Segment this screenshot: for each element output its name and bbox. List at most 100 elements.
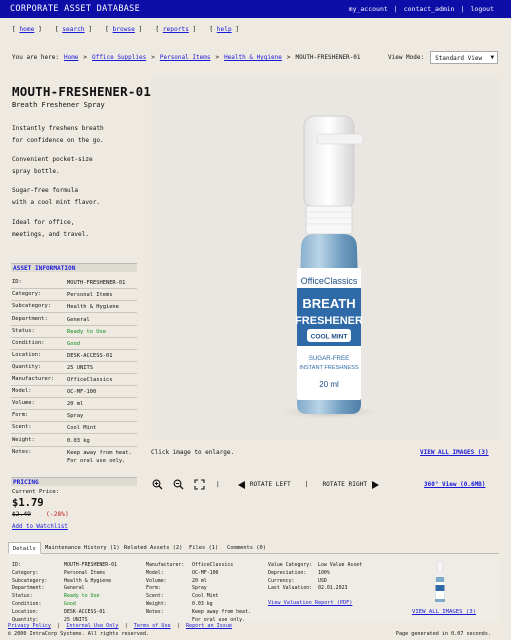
nav-reports[interactable]: [ reports ] bbox=[155, 26, 196, 33]
details-row: Scent: Cool Mint bbox=[146, 593, 261, 601]
details-value: USD bbox=[318, 577, 327, 584]
account-links: my_account | contact_admin | logout bbox=[349, 5, 494, 13]
tab-comments[interactable]: Comments (0) bbox=[223, 542, 270, 554]
rotate-left-button[interactable]: ROTATE LEFT bbox=[237, 480, 291, 489]
view-mode: View Mode: Standard View ▼ bbox=[388, 51, 499, 64]
details-key: Location: bbox=[12, 608, 39, 615]
details-key: Category: bbox=[12, 569, 39, 576]
row-divider bbox=[11, 433, 137, 434]
product-thumbnail[interactable] bbox=[432, 561, 448, 604]
details-value: OC-MF-100 bbox=[192, 569, 219, 576]
terms-link[interactable]: Terms of Use bbox=[134, 623, 171, 629]
description-4: Ideal for office, meetings, and travel. bbox=[12, 219, 90, 238]
details-key: Form: bbox=[146, 585, 161, 592]
asset-info-value: Good bbox=[67, 341, 80, 347]
row-divider bbox=[11, 349, 137, 350]
breadcrumb: You are here: Home > Office Supplies > P… bbox=[12, 54, 361, 61]
tab-details[interactable]: Details bbox=[8, 542, 41, 554]
details-key: Last Valuation: bbox=[268, 585, 313, 592]
generation-time: Page generated in 0.07 seconds. bbox=[395, 631, 491, 637]
asset-info-value: Keep away from heat. For oral use only. bbox=[67, 450, 132, 464]
asset-info-key: Weight: bbox=[12, 437, 35, 443]
asset-info-value: General bbox=[67, 317, 90, 323]
current-price: $1.79 bbox=[12, 497, 44, 509]
nav-browse[interactable]: [ browse ] bbox=[105, 26, 142, 33]
report-issue-link[interactable]: Report an Issue bbox=[186, 623, 232, 629]
tab-maintenance-history[interactable]: Maintenance History (1) bbox=[41, 542, 124, 554]
view-mode-label: View Mode: bbox=[388, 54, 425, 61]
view-360-link[interactable]: 360° View (0.6MB) bbox=[424, 481, 485, 488]
bottle-brand: OfficeClassics bbox=[301, 276, 358, 286]
details-value: 20 ml bbox=[192, 577, 207, 584]
details-value: General bbox=[64, 585, 85, 592]
details-row: Model: OC-MF-100 bbox=[146, 570, 261, 578]
details-key: Notes: bbox=[146, 608, 164, 615]
svg-text:INSTANT FRESHNESS: INSTANT FRESHNESS bbox=[299, 365, 358, 371]
view-mode-select[interactable]: Standard View ▼ bbox=[430, 51, 499, 64]
asset-info-value: MOUTH-FRESHENER-01 bbox=[67, 280, 126, 286]
details-value: Keep away from heat. bbox=[192, 608, 251, 615]
row-divider bbox=[11, 312, 137, 313]
product-subtitle: Breath Freshener Spray bbox=[12, 101, 105, 109]
bottle-illustration: OfficeClassics BREATH FRESHENER COOL MIN… bbox=[271, 115, 387, 420]
row-divider bbox=[11, 385, 137, 386]
asset-info-key: Category: bbox=[12, 291, 42, 297]
details-key: Scent: bbox=[146, 593, 164, 600]
privacy-policy-link[interactable]: Privacy Policy bbox=[8, 623, 51, 629]
nav-home[interactable]: [ home ] bbox=[12, 26, 42, 33]
internal-use-link[interactable]: Internal Use Only bbox=[66, 623, 118, 629]
nav-help[interactable]: [ help ] bbox=[209, 26, 239, 33]
valuation-report-link[interactable]: View Valuation Report (PDF) bbox=[268, 600, 352, 606]
tab-related-assets[interactable]: Related Assets (2) bbox=[120, 542, 186, 554]
details-key: Volume: bbox=[146, 577, 167, 584]
asset-info-value: 0.03 kg bbox=[67, 438, 90, 444]
asset-info-key: Volume: bbox=[12, 400, 35, 406]
fullscreen-icon[interactable] bbox=[194, 479, 205, 490]
view-all-images-link[interactable]: VIEW ALL IMAGES (3) bbox=[420, 449, 489, 456]
details-value: Good bbox=[64, 600, 76, 607]
breadcrumb-home[interactable]: Home bbox=[64, 54, 78, 61]
details-value: 100% bbox=[318, 569, 330, 576]
asset-info-value: Health & Hygiene bbox=[67, 304, 119, 310]
details-value: Ready to Use bbox=[64, 593, 100, 600]
asset-info-value: Personal Items bbox=[67, 292, 113, 298]
enlarge-hint: Click image to enlarge. bbox=[151, 449, 235, 456]
tab-files[interactable]: Files (1) bbox=[185, 542, 222, 554]
rotate-right-button[interactable]: ROTATE RIGHT bbox=[322, 480, 380, 489]
top-bar: CORPORATE ASSET DATABASE my_account | co… bbox=[0, 0, 511, 18]
zoom-in-icon[interactable] bbox=[152, 479, 163, 490]
add-to-watchlist-link[interactable]: Add to Watchlist bbox=[12, 524, 68, 530]
separator: | bbox=[460, 5, 465, 13]
asset-info-value: DESK-ACCESS-01 bbox=[67, 353, 113, 359]
current-price-label: Current Price: bbox=[12, 489, 60, 495]
view-mode-value: Standard View bbox=[435, 55, 483, 62]
breadcrumb-personal-items[interactable]: Personal Items bbox=[160, 54, 211, 61]
details-row: Value Category: Low Value Asset bbox=[268, 562, 383, 570]
breadcrumb-office-supplies[interactable]: Office Supplies bbox=[92, 54, 146, 61]
nav-search[interactable]: [ search ] bbox=[55, 26, 92, 33]
description-2: Convenient pocket-size spray bottle. bbox=[12, 156, 93, 175]
svg-text:BREATH: BREATH bbox=[302, 296, 355, 311]
zoom-out-icon[interactable] bbox=[173, 479, 184, 490]
details-value: Cool Mint bbox=[192, 593, 219, 600]
description-3: Sugar-free formula with a cool mint flav… bbox=[12, 187, 101, 206]
row-divider bbox=[11, 300, 137, 301]
asset-info-value: 20 ml bbox=[67, 401, 84, 407]
my-account-link[interactable]: my_account bbox=[349, 5, 388, 13]
details-key: Manufacturer: bbox=[146, 562, 185, 568]
footer-links: Privacy Policy | Internal Use Only | Ter… bbox=[8, 623, 232, 629]
old-price: $2.49 bbox=[12, 511, 31, 518]
details-key: Department: bbox=[12, 585, 45, 592]
breadcrumb-health-hygiene[interactable]: Health & Hygiene bbox=[224, 54, 282, 61]
details-row: Volume: 20 ml bbox=[146, 578, 261, 586]
page-title: MOUTH-FRESHENER-01 bbox=[12, 84, 152, 99]
asset-info-key: ID: bbox=[12, 279, 22, 285]
asset-info-key: Location: bbox=[12, 352, 42, 358]
logout-link[interactable]: logout bbox=[471, 5, 494, 13]
view-all-images-link-bottom[interactable]: VIEW ALL IMAGES (3) bbox=[412, 609, 476, 615]
details-row: Condition: Good bbox=[12, 601, 137, 609]
asset-info-key: Manufacturer: bbox=[12, 376, 55, 382]
contact-admin-link[interactable]: contact_admin bbox=[404, 5, 455, 13]
product-image[interactable]: OfficeClassics BREATH FRESHENER COOL MIN… bbox=[151, 78, 499, 440]
discount-badge: (-28%) bbox=[46, 511, 69, 518]
